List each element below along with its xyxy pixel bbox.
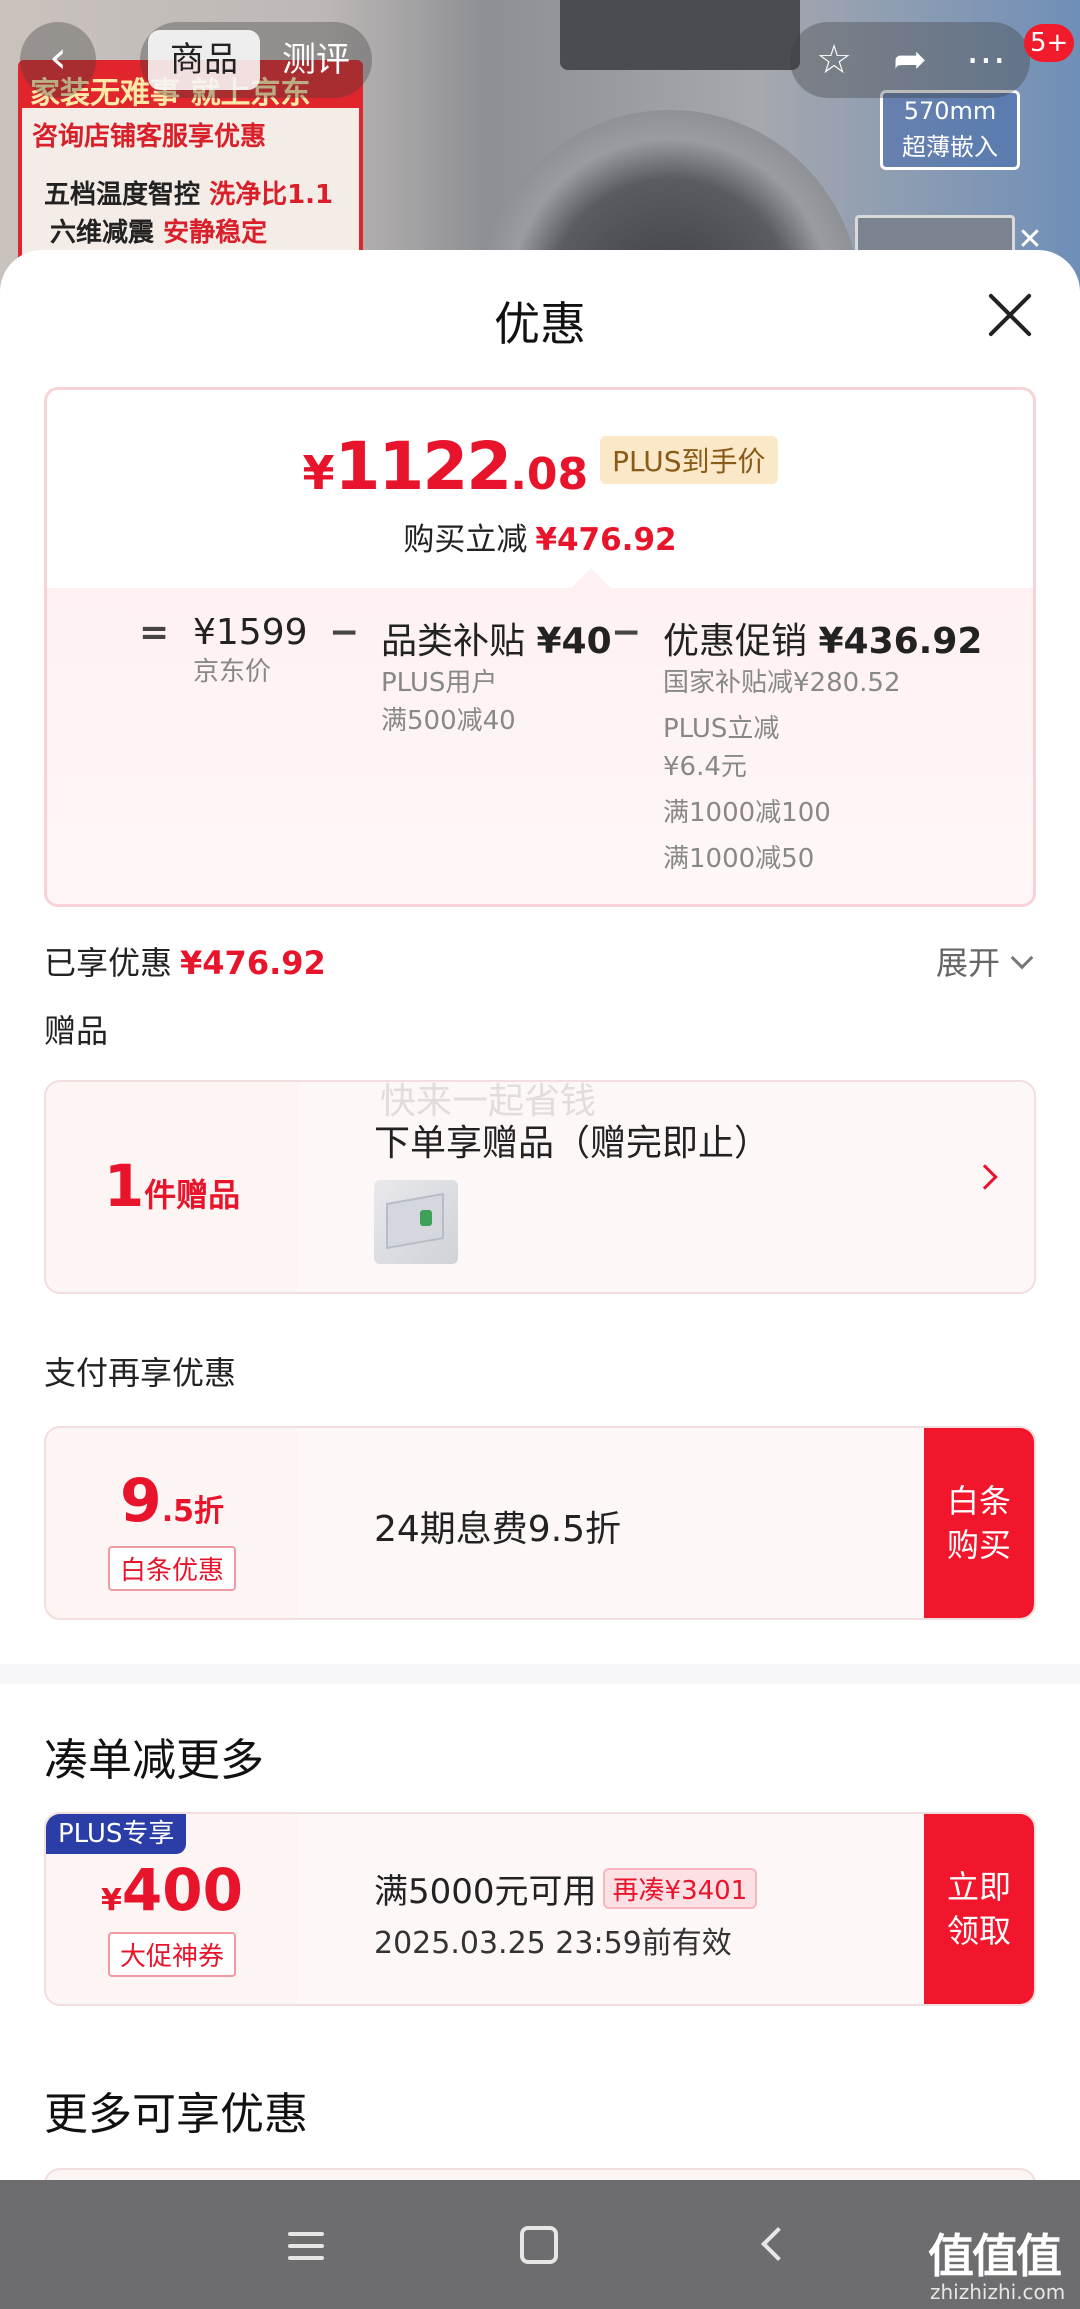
section-separator: [0, 1664, 1080, 1684]
baitiao-card: 9.5折 白条优惠 24期息费9.5折 白条 购买: [44, 1426, 1036, 1620]
gift-thumbnail[interactable]: [374, 1180, 458, 1264]
baitiao-buy-button[interactable]: 白条 购买: [924, 1428, 1034, 1618]
discount-sheet: 优惠 ¥1122.08 PLUS到手价 购买立减 ¥476.92 = ¥1599 京…: [0, 250, 1080, 2180]
more-section-title: 更多可享优惠: [44, 2089, 308, 2140]
coupon-condition: 满5000元可用 再凑¥3401: [374, 1864, 758, 1913]
enjoyed-discount: 已享优惠 ¥476.92: [44, 944, 326, 982]
menu-icon[interactable]: [288, 2232, 324, 2260]
expand-button[interactable]: 展开: [936, 938, 1034, 984]
tab-review[interactable]: 测评: [282, 36, 350, 84]
sheet-title: 优惠: [494, 297, 586, 351]
coupon-tag: 大促神券: [107, 1932, 236, 1977]
bundle-section-title: 凑单减更多: [44, 1735, 264, 1786]
pay-section-label: 支付再享优惠: [44, 1354, 237, 1392]
minus-sign: −: [611, 612, 642, 653]
top-actions: ☆ ➦ ⋯: [790, 22, 1030, 98]
share-icon[interactable]: ➦: [872, 22, 948, 98]
promo-line: 咨询店铺客服享优惠: [32, 122, 267, 152]
chevron-left-icon: ‹: [49, 32, 67, 83]
installment-desc: 24期息费9.5折: [374, 1509, 622, 1550]
coupon-expiry: 2025.03.25 23:59前有效: [374, 1926, 732, 1961]
gift-count-panel: 1件赠品: [103, 1152, 241, 1220]
promo-line: 五档温度智控 洗净比1.1: [44, 180, 334, 210]
back-button[interactable]: ‹: [20, 22, 96, 98]
site-url: zhizhizhi.com: [930, 2280, 1066, 2304]
home-icon[interactable]: [520, 2226, 558, 2264]
plus-exclusive-label: PLUS专享: [46, 1814, 187, 1854]
tab-product[interactable]: 商品: [148, 30, 260, 90]
claim-coupon-button[interactable]: 立即 领取: [924, 1814, 1034, 2004]
star-icon[interactable]: ☆: [796, 22, 872, 98]
coupon-card: ¥400 大促神券 PLUS专享 满5000元可用 再凑¥3401 2025.03…: [44, 1812, 1036, 2006]
more-icon[interactable]: ⋯: [948, 22, 1024, 98]
washer-control-panel: [560, 0, 800, 70]
promo-line: 六维减震 安静稳定: [50, 218, 268, 248]
size-badge: 570mm 超薄嵌入: [880, 90, 1020, 170]
base-price: ¥1599 京东价: [193, 612, 308, 687]
plus-price-tag: PLUS到手价: [600, 436, 778, 484]
back-icon[interactable]: [761, 2227, 795, 2261]
more-offer-card[interactable]: [44, 2168, 1036, 2180]
watermark: 快来一起省钱: [380, 1081, 597, 1122]
chevron-down-icon: [1010, 946, 1034, 970]
system-nav-bar: 值值值 zhizhizhi.com: [0, 2180, 1080, 2309]
equals-sign: =: [139, 612, 170, 653]
category-subsidy: 品类补贴 ¥40 PLUS用户 满500减40: [381, 621, 612, 736]
gap-amount-pill: 再凑¥3401: [602, 1868, 758, 1909]
product-tabs: 商品 测评: [140, 22, 372, 98]
message-badge: 5+: [1024, 24, 1075, 62]
site-logo: 值值值: [928, 2229, 1062, 2283]
baitiao-tag: 白条优惠: [107, 1546, 236, 1591]
chevron-right-icon: [972, 1164, 998, 1190]
final-price: ¥1122.08 PLUS到手价: [47, 428, 1033, 505]
price-breakdown-card: ¥1122.08 PLUS到手价 购买立减 ¥476.92 = ¥1599 京东价 …: [44, 387, 1036, 907]
gift-section-label: 赠品: [44, 1012, 109, 1050]
promotion-discount: 优惠促销 ¥436.92 国家补贴减¥280.52 PLUS立减 ¥6.4元 满…: [663, 621, 983, 874]
minus-sign: −: [329, 612, 360, 653]
close-icon[interactable]: [985, 290, 1035, 340]
rate-panel: 9.5折 白条优惠: [46, 1428, 298, 1618]
instant-discount: 购买立减 ¥476.92: [403, 522, 677, 558]
